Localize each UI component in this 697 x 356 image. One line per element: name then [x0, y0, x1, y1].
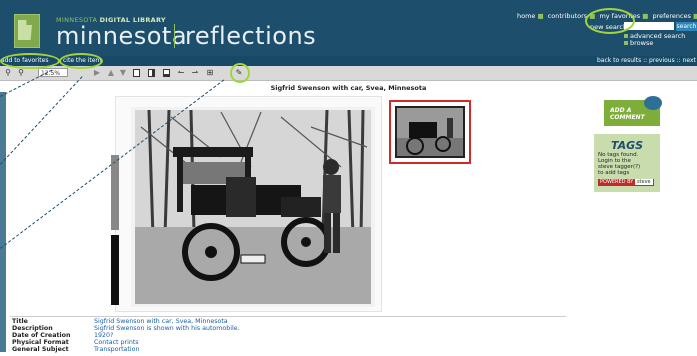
powered-by-badge[interactable]: POWERED BY steve	[598, 179, 654, 186]
metadata-row: Description Sigfrid Swenson is shown with…	[12, 325, 240, 332]
viewer-left-bars	[111, 155, 119, 305]
zoom-in-icon[interactable]: ⚲	[3, 68, 13, 78]
nav-contributors[interactable]: contributors	[548, 12, 588, 20]
metadata-row: Date of Creation 1920?	[12, 332, 114, 339]
single-page-icon[interactable]	[133, 69, 140, 77]
bullet-icon	[624, 34, 628, 38]
highlight-ring-cite	[59, 53, 103, 69]
metadata-table: Title Sigfrid Swenson with car, Svea, Min…	[12, 318, 240, 353]
page-down-icon[interactable]: ▼	[119, 68, 127, 78]
highlight-ring-favorites	[0, 53, 60, 69]
metadata-row: Title Sigfrid Swenson with car, Svea, Min…	[12, 318, 228, 325]
zoom-out-icon[interactable]: ⚲	[16, 68, 26, 78]
zoom-select[interactable]: 12.5%	[38, 68, 68, 77]
tags-message: No tags found. Login to the steve tagger…	[598, 152, 641, 176]
highlight-ring-pencil	[230, 63, 250, 83]
fit-width-icon[interactable]	[148, 69, 155, 77]
vintage-car-photo[interactable]	[131, 107, 375, 307]
nav-home[interactable]: home	[517, 12, 535, 20]
metadata-row: General Subject Transportation	[12, 346, 140, 353]
rotate-left-icon[interactable]: ↼	[176, 68, 186, 78]
bullet-icon	[624, 41, 628, 45]
left-edge-strip	[0, 92, 6, 352]
image-toolbar	[0, 66, 697, 81]
page-up-icon[interactable]: ▲	[107, 68, 115, 78]
app-name-reflections: reflections	[185, 22, 317, 50]
nav-preferences[interactable]: preferences	[652, 12, 691, 20]
browse-link[interactable]: browse	[624, 39, 653, 47]
title-divider	[174, 24, 175, 48]
speech-bubble-icon	[644, 96, 662, 110]
item-title: Sigfrid Swenson with car, Svea, Minnesot…	[270, 84, 427, 92]
tags-title: TAGS	[610, 139, 644, 152]
rotate-right-icon[interactable]: ⇀	[190, 68, 200, 78]
crop-icon[interactable]: ⊞	[205, 68, 215, 78]
next-page-icon[interactable]: ▶	[93, 68, 101, 78]
app-name-minnesota: minnesota	[56, 22, 188, 50]
results-navigation[interactable]: back to results :: previous :: next	[597, 57, 696, 64]
image-thumbnail[interactable]	[389, 100, 471, 164]
metadata-divider	[10, 316, 566, 317]
highlight-ring-my-favorites	[585, 8, 635, 34]
search-button[interactable]: search	[676, 22, 697, 31]
fit-page-icon[interactable]	[163, 69, 170, 77]
add-comment-label: ADD A COMMENT	[610, 107, 645, 121]
metadata-row: Physical Format Contact prints	[12, 339, 139, 346]
action-bar	[0, 56, 697, 66]
